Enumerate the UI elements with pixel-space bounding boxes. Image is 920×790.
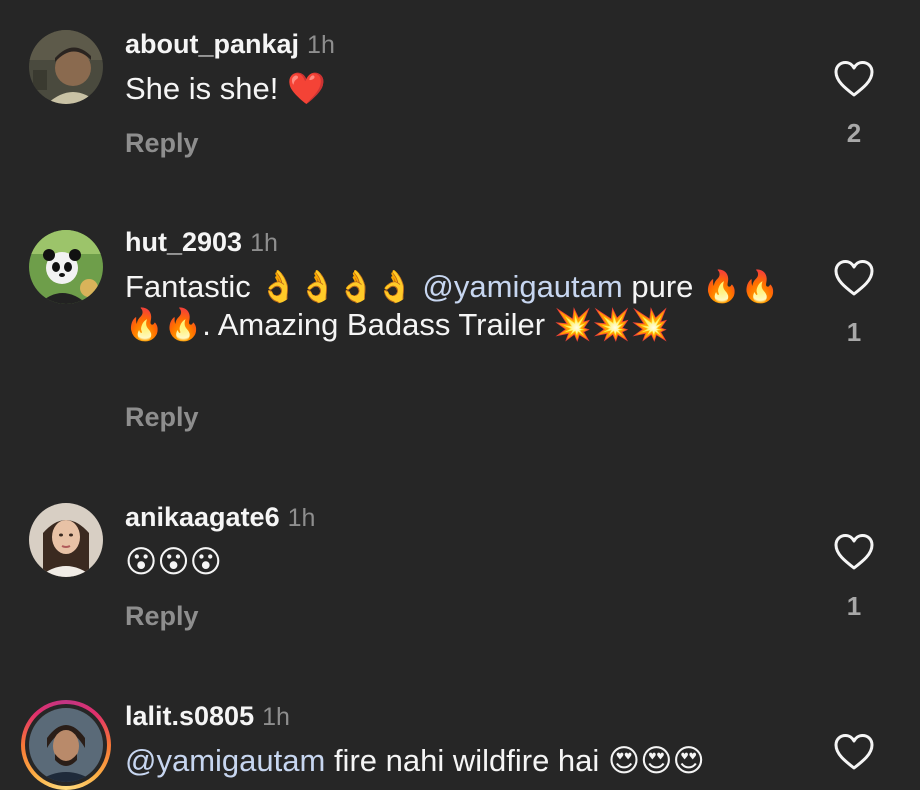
username[interactable]: anikaagate6 <box>125 502 280 532</box>
comment-text-content: 😮😮😮 <box>125 544 222 579</box>
mention-link[interactable]: @yamigautam <box>422 269 622 304</box>
comment-text: Fantastic 👌👌👌👌 @yamigautam pure 🔥🔥🔥🔥. Am… <box>125 268 795 344</box>
avatar[interactable] <box>29 30 103 104</box>
person-avatar-story-icon <box>29 708 103 782</box>
comment-text: 😮😮😮 <box>125 543 795 581</box>
reply-button[interactable]: Reply <box>125 402 199 433</box>
person-avatar-icon <box>29 503 103 577</box>
like-heart-icon[interactable] <box>833 259 875 297</box>
like-count: 2 <box>846 118 862 148</box>
comment-header: anikaagate6 1h <box>125 501 315 534</box>
panda-avatar-icon <box>29 230 103 304</box>
avatar[interactable] <box>29 503 103 577</box>
timestamp: 1h <box>307 31 335 59</box>
person-avatar-icon <box>29 30 103 104</box>
username[interactable]: lalit.s0805 <box>125 701 254 731</box>
comment-text: @yamigautam fire nahi wildfire hai 😍😍😍 <box>125 742 795 780</box>
avatar[interactable] <box>29 708 103 782</box>
reply-button[interactable]: Reply <box>125 128 199 159</box>
comment-header: hut_2903 1h <box>125 226 278 259</box>
comment-text-content: She is she! ❤️ <box>125 71 326 106</box>
comment-header: lalit.s0805 1h <box>125 700 290 733</box>
like-count: 1 <box>846 317 862 347</box>
comment-text-part: fire nahi wildfire hai 😍😍😍 <box>325 743 705 778</box>
timestamp: 1h <box>250 229 278 257</box>
avatar[interactable] <box>29 230 103 304</box>
username[interactable]: hut_2903 <box>125 227 242 257</box>
like-heart-icon[interactable] <box>833 733 875 771</box>
like-heart-icon[interactable] <box>833 533 875 571</box>
like-count: 1 <box>846 591 862 621</box>
reply-button[interactable]: Reply <box>125 601 199 632</box>
timestamp: 1h <box>287 504 316 532</box>
timestamp: 1h <box>262 703 290 731</box>
mention-link[interactable]: @yamigautam <box>125 743 325 778</box>
like-heart-icon[interactable] <box>833 60 875 98</box>
comment-header: about_pankaj 1h <box>125 28 335 61</box>
story-ring[interactable] <box>21 700 111 790</box>
comment-text-part: Fantastic 👌👌👌👌 <box>125 269 423 304</box>
username[interactable]: about_pankaj <box>125 29 299 59</box>
comment-text: She is she! ❤️ <box>125 70 795 108</box>
